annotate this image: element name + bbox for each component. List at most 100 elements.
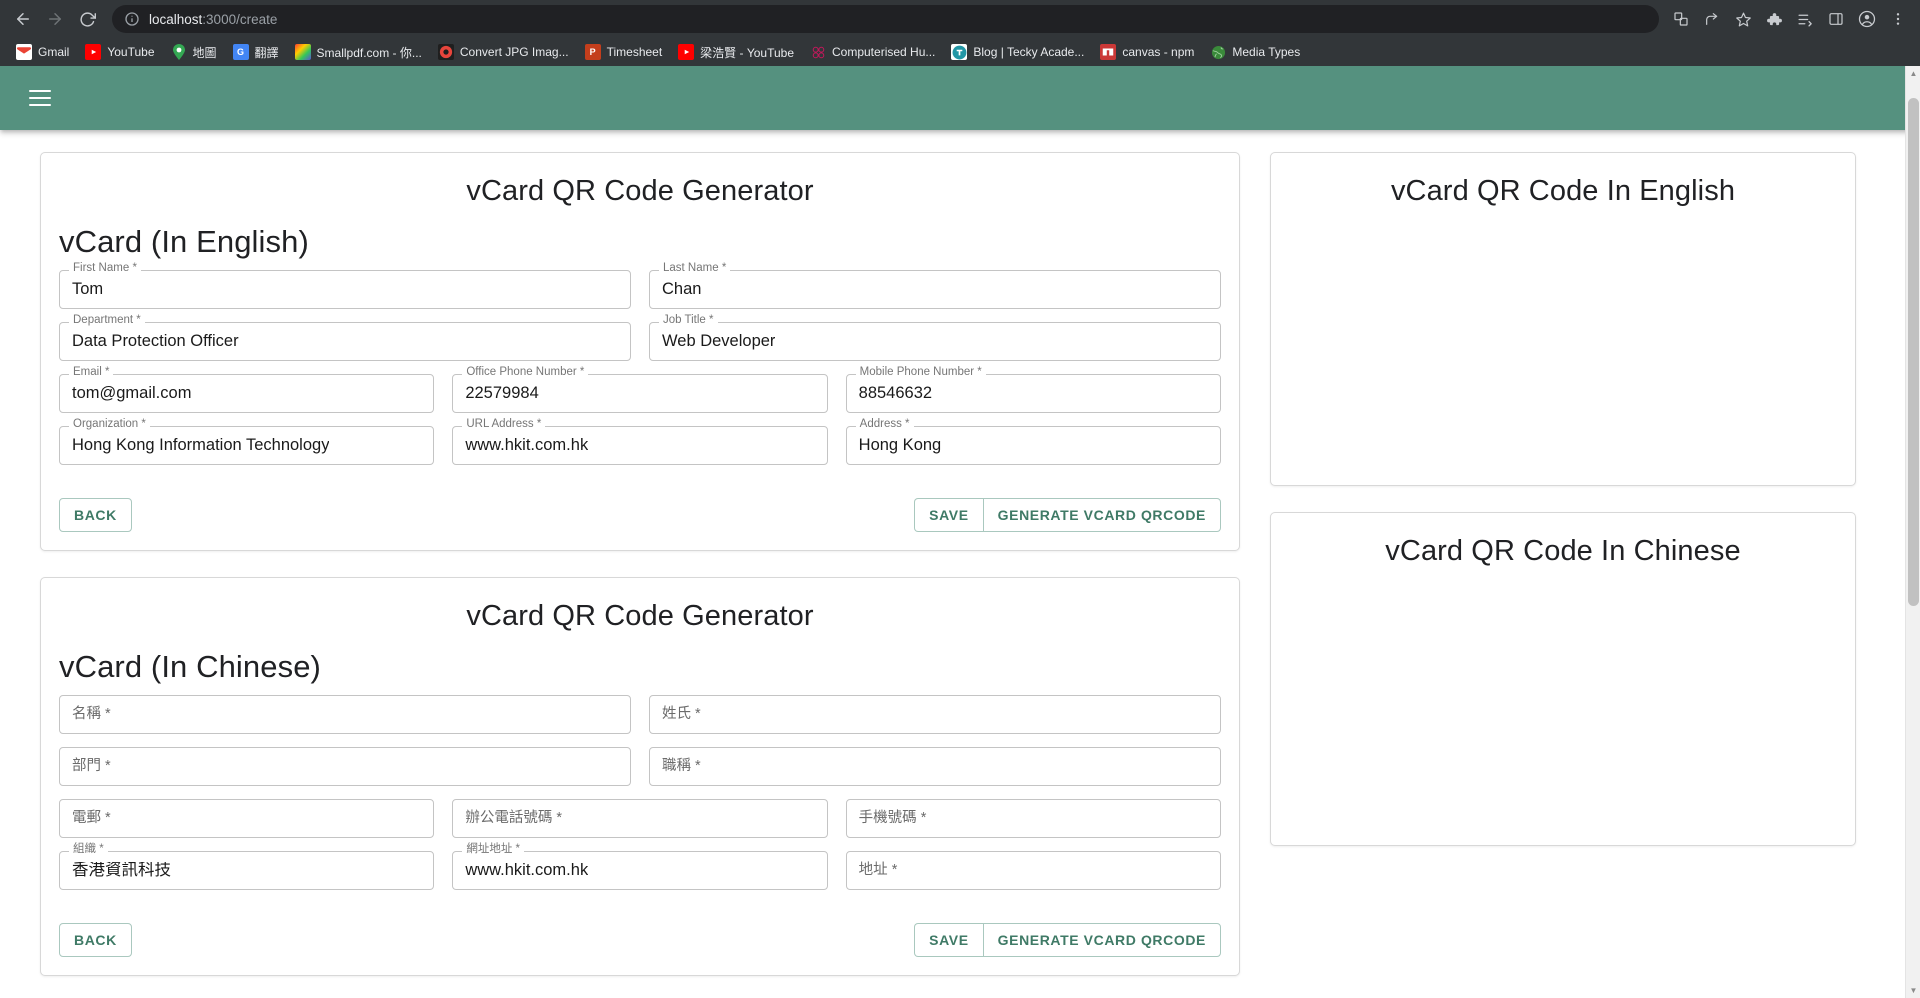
job-row-zh: 部門 * 職稱 *: [59, 747, 1221, 787]
back-button-zh[interactable]: BACK: [59, 923, 132, 958]
mobile-phone-input[interactable]: Mobile Phone Number * 88546632: [845, 366, 1221, 413]
address-zh-input[interactable]: 地址 *: [845, 851, 1221, 891]
last-name-input[interactable]: Last Name * Chan: [649, 262, 1221, 309]
chinese-vcard-card: vCard QR Code Generator vCard (In Chines…: [40, 577, 1240, 977]
field-mobile-phone-zh: 手機號碼 *: [845, 799, 1221, 839]
back-arrow-icon[interactable]: [8, 4, 38, 34]
mobile-phone-zh-label: 手機號碼 *: [858, 810, 927, 827]
org-row: Organization * Hong Kong Information Tec…: [59, 418, 1221, 465]
bookmark-label: Blog | Tecky Acade...: [973, 45, 1085, 59]
toolbar-icon-group: [1667, 5, 1912, 33]
office-phone-zh-input[interactable]: 辦公電話號碼 *: [452, 799, 828, 839]
generate-vcard-qrcode-button-zh[interactable]: GENERATE VCARD QRCODE: [982, 923, 1221, 958]
bookmark-label: Media Types: [1232, 45, 1301, 59]
bookmark-label: Smallpdf.com - 你...: [316, 45, 422, 60]
scrollbar-thumb[interactable]: [1908, 98, 1919, 606]
office-phone-input[interactable]: Office Phone Number * 22579984: [452, 366, 828, 413]
youtube-icon: [85, 44, 102, 60]
bookmark-computerised[interactable]: Computerised Hu...: [802, 40, 943, 64]
scroll-down-arrow-icon[interactable]: ▼: [1906, 983, 1920, 998]
organization-zh-value: 香港資訊科技: [72, 862, 171, 879]
profile-avatar-icon[interactable]: [1853, 5, 1881, 33]
address-bar-path: :3000/create: [202, 11, 278, 27]
bookmark-maps[interactable]: 地圖: [163, 40, 225, 64]
bookmark-tecky-blog[interactable]: Blog | Tecky Acade...: [943, 40, 1092, 64]
field-last-name: Last Name * Chan: [649, 262, 1221, 309]
organization-zh-input[interactable]: 組織 * 香港資訊科技: [59, 843, 435, 891]
last-name-zh-input[interactable]: 姓氏 *: [649, 695, 1221, 735]
bookmark-label: 翻譯: [254, 45, 279, 60]
first-name-input[interactable]: First Name * Tom: [59, 262, 631, 309]
bookmark-timesheet[interactable]: P Timesheet: [577, 40, 671, 64]
forms-column: vCard QR Code Generator vCard (In Englis…: [40, 152, 1240, 977]
job-title-input[interactable]: Job Title * Web Developer: [649, 314, 1221, 361]
job-title-zh-input[interactable]: 職稱 *: [649, 747, 1221, 787]
chrome-menu-icon[interactable]: [1884, 5, 1912, 33]
browser-chrome: localhost:3000/create Gmail YouTube 地圖 G…: [0, 0, 1920, 66]
back-button[interactable]: BACK: [59, 498, 132, 533]
qr-english-image-area: [1271, 208, 1855, 485]
first-name-zh-input[interactable]: 名稱 *: [59, 695, 631, 735]
organization-label: Organization *: [69, 418, 150, 431]
hamburger-menu-icon[interactable]: [16, 74, 64, 122]
reload-icon[interactable]: [72, 4, 102, 34]
translate-icon[interactable]: [1667, 5, 1695, 33]
english-form-fields: First Name * Tom Last Name * Chan Depart…: [41, 262, 1239, 494]
forward-arrow-icon[interactable]: [40, 4, 70, 34]
qr-chinese-title: vCard QR Code In Chinese: [1385, 535, 1741, 567]
bookmark-youtube-channel[interactable]: 梁浩賢 - YouTube: [670, 40, 802, 64]
first-name-zh-label: 名稱 *: [72, 706, 111, 723]
url-address-zh-input[interactable]: 網址地址 * www.hkit.com.hk: [452, 843, 828, 891]
powerpoint-icon: P: [584, 44, 601, 60]
share-icon[interactable]: [1698, 5, 1726, 33]
last-name-value: Chan: [662, 281, 702, 298]
org-row-zh: 組織 * 香港資訊科技 網址地址 * www.hkit.com.hk 地址 *: [59, 843, 1221, 891]
site-info-icon[interactable]: [124, 11, 140, 27]
save-button-zh[interactable]: SAVE: [914, 923, 983, 958]
address-input[interactable]: Address * Hong Kong: [845, 418, 1221, 465]
extensions-puzzle-icon[interactable]: [1760, 5, 1788, 33]
mobile-phone-zh-input[interactable]: 手機號碼 *: [845, 799, 1221, 839]
office-phone-label: Office Phone Number *: [462, 366, 589, 379]
address-bar[interactable]: localhost:3000/create: [112, 5, 1659, 33]
globe-icon: [1210, 44, 1226, 60]
department-zh-input[interactable]: 部門 *: [59, 747, 631, 787]
address-value: Hong Kong: [858, 437, 942, 454]
bookmark-label: 地圖: [192, 45, 217, 60]
department-input[interactable]: Department * Data Protection Officer: [59, 314, 631, 361]
computerised-icon: [810, 44, 826, 60]
bookmark-star-icon[interactable]: [1729, 5, 1757, 33]
field-office-phone-zh: 辦公電話號碼 *: [452, 799, 828, 839]
page-title-chinese: vCard QR Code Generator: [466, 600, 814, 633]
last-name-label: Last Name *: [659, 262, 731, 275]
app-bar: [0, 66, 1920, 130]
side-panel-icon[interactable]: [1822, 5, 1850, 33]
field-first-name-zh: 名稱 *: [59, 695, 631, 735]
generate-vcard-qrcode-button[interactable]: GENERATE VCARD QRCODE: [982, 498, 1221, 533]
bookmark-smallpdf[interactable]: Smallpdf.com - 你...: [287, 40, 430, 64]
contact-row: Email * tom@gmail.com Office Phone Numbe…: [59, 366, 1221, 413]
page-scrollbar[interactable]: ▲ ▼: [1905, 66, 1920, 998]
contact-row-zh: 電郵 * 辦公電話號碼 * 手機號碼 *: [59, 799, 1221, 839]
bookmark-youtube[interactable]: YouTube: [77, 40, 162, 64]
chinese-form-actions: BACK SAVE GENERATE VCARD QRCODE: [41, 919, 1239, 975]
chinese-form-fields: 名稱 * 姓氏 * 部門 * 職稱 * 電郵 * 辦公電話號碼 * 手機號碼 *…: [41, 691, 1239, 919]
email-input[interactable]: Email * tom@gmail.com: [59, 366, 435, 413]
bookmark-convert-jpg[interactable]: Convert JPG Imag...: [430, 40, 577, 64]
field-organization: Organization * Hong Kong Information Tec…: [59, 418, 435, 465]
bookmark-label: Computerised Hu...: [832, 45, 936, 59]
email-zh-input[interactable]: 電郵 *: [59, 799, 435, 839]
bookmark-media-types[interactable]: Media Types: [1202, 40, 1308, 64]
bookmark-label: canvas - npm: [1122, 45, 1195, 59]
name-row: First Name * Tom Last Name * Chan: [59, 262, 1221, 309]
url-address-input[interactable]: URL Address * www.hkit.com.hk: [452, 418, 828, 465]
organization-input[interactable]: Organization * Hong Kong Information Tec…: [59, 418, 435, 465]
first-name-value: Tom: [72, 281, 104, 298]
reading-list-icon[interactable]: [1791, 5, 1819, 33]
bookmark-translate[interactable]: G 翻譯: [225, 40, 287, 64]
bookmark-gmail[interactable]: Gmail: [8, 40, 77, 64]
save-button[interactable]: SAVE: [914, 498, 983, 533]
browser-toolbar: localhost:3000/create: [0, 0, 1920, 38]
bookmark-canvas-npm[interactable]: canvas - npm: [1092, 40, 1202, 64]
scroll-up-arrow-icon[interactable]: ▲: [1906, 66, 1920, 81]
